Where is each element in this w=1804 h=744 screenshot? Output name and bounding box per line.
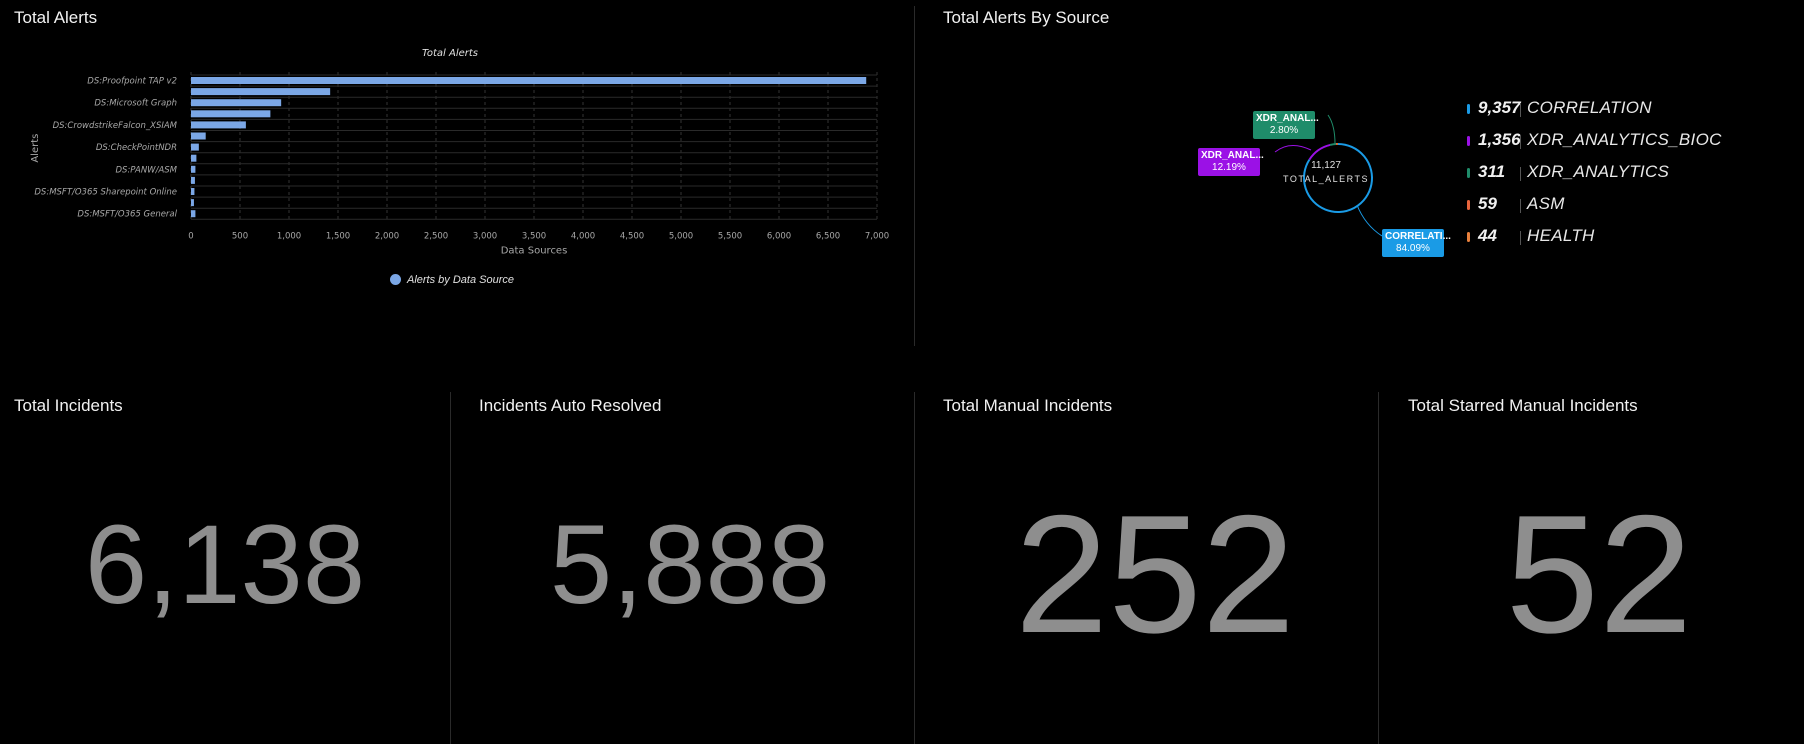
legend-marker bbox=[1467, 232, 1470, 242]
pie-tag-xdr-analytics-bioc[interactable]: XDR_ANAL... 12.19% bbox=[1198, 148, 1264, 176]
panel-divider bbox=[450, 392, 451, 744]
x-tick-label: 3,000 bbox=[473, 231, 497, 241]
x-tick-label: 0 bbox=[188, 231, 193, 241]
legend-separator bbox=[1520, 199, 1521, 213]
legend-separator bbox=[1520, 135, 1521, 149]
x-tick-label: 4,000 bbox=[571, 231, 595, 241]
bar bbox=[191, 210, 196, 218]
x-tick-label: 5,000 bbox=[669, 231, 693, 241]
y-category-label: DS:PANW/ASM bbox=[116, 165, 178, 175]
bar bbox=[191, 99, 282, 107]
y-category-label: DS:MSFT/O365 General bbox=[77, 210, 177, 220]
chart-title: Total Alerts bbox=[422, 48, 478, 59]
legend-value: 311 bbox=[1478, 162, 1506, 181]
x-axis-label: Data Sources bbox=[501, 245, 568, 256]
legend-label: XDR_ANALYTICS_BIOC bbox=[1527, 130, 1722, 149]
bar bbox=[191, 88, 331, 96]
pie-tag-xdr-analytics[interactable]: XDR_ANAL... 2.80% bbox=[1253, 111, 1319, 139]
panel-title: Incidents Auto Resolved bbox=[479, 396, 662, 415]
y-category-label: DS:CheckPointNDR bbox=[96, 143, 177, 153]
legend-value: 59 bbox=[1478, 194, 1497, 213]
legend-label: XDR_ANALYTICS bbox=[1527, 162, 1670, 181]
x-tick-label: 5,500 bbox=[718, 231, 742, 241]
y-category-label: DS:MSFT/O365 Sharepoint Online bbox=[34, 188, 177, 198]
x-tick-label: 7,000 bbox=[865, 231, 889, 241]
legend-value: 1,356 bbox=[1478, 130, 1521, 149]
manual-incidents-panel: Total Manual Incidents 252 bbox=[930, 388, 1380, 744]
legend-label: HEALTH bbox=[1527, 226, 1595, 245]
y-category-label: DS:Microsoft Graph bbox=[94, 99, 177, 109]
legend-separator bbox=[1520, 103, 1521, 117]
x-tick-label: 2,500 bbox=[424, 231, 448, 241]
pie-tag-correlation[interactable]: CORRELATI... 84.09% bbox=[1382, 229, 1451, 257]
legend-label: ASM bbox=[1527, 194, 1565, 213]
bar bbox=[191, 110, 271, 118]
bar bbox=[191, 154, 197, 162]
panel-divider bbox=[914, 6, 915, 346]
legend-marker bbox=[1467, 200, 1470, 210]
total-alerts-panel: Total Alerts Total Alerts 0 500 1,000 1,500 2… bbox=[0, 0, 910, 350]
bar bbox=[191, 121, 246, 129]
legend-label: CORRELATION bbox=[1527, 98, 1652, 117]
x-tick-label: 1,500 bbox=[326, 231, 350, 241]
panel-title: Total Manual Incidents bbox=[943, 396, 1113, 415]
total-alerts-bar-chart: Total Alerts 0 500 1,000 1,500 2,000 2,500 3,00… bbox=[30, 48, 889, 256]
legend-value: 44 bbox=[1478, 226, 1497, 245]
starred-manual-panel: Total Starred Manual Incidents 52 bbox=[1394, 388, 1804, 744]
donut-total-value: 11,127 bbox=[1311, 160, 1341, 171]
bar bbox=[191, 176, 195, 184]
panel-divider bbox=[914, 392, 915, 744]
y-category-label: DS:CrowdstrikeFalcon_XSIAM bbox=[53, 121, 178, 131]
bar bbox=[191, 199, 194, 207]
panel-title: Total Alerts By Source bbox=[943, 8, 1110, 27]
panel-title: Total Starred Manual Incidents bbox=[1408, 396, 1638, 415]
y-category-label: DS:Proofpoint TAP v2 bbox=[87, 77, 177, 87]
panel-title: Total Incidents bbox=[14, 396, 123, 415]
bar bbox=[191, 188, 195, 195]
bar bbox=[191, 77, 867, 84]
chart-legend: Alerts by Data Source bbox=[27, 274, 877, 286]
panel-divider bbox=[1378, 392, 1379, 744]
x-tick-label: 1,000 bbox=[277, 231, 301, 241]
total-incidents-panel: Total Incidents 6,138 bbox=[0, 388, 450, 744]
legend-separator bbox=[1520, 167, 1521, 181]
legend-marker bbox=[1467, 104, 1470, 114]
legend-marker bbox=[1467, 168, 1470, 178]
legend-marker bbox=[1467, 136, 1470, 146]
bar bbox=[191, 165, 196, 173]
donut-total-label: TOTAL_ALERTS bbox=[1282, 174, 1370, 184]
x-tick-label: 6,500 bbox=[816, 231, 840, 241]
total-incidents-value: 6,138 bbox=[84, 502, 366, 627]
starred-manual-value: 52 bbox=[1505, 480, 1693, 668]
x-tick-label: 3,500 bbox=[522, 231, 546, 241]
x-tick-label: 2,000 bbox=[375, 231, 399, 241]
bar bbox=[191, 132, 206, 140]
legend-marker bbox=[390, 274, 401, 285]
legend-separator bbox=[1520, 231, 1521, 245]
x-tick-label: 500 bbox=[232, 231, 248, 241]
auto-resolved-value: 5,888 bbox=[549, 502, 831, 627]
x-tick-label: 4,500 bbox=[620, 231, 644, 241]
donut-center: 11,127 TOTAL_ALERTS bbox=[1276, 160, 1376, 184]
legend-value: 9,357 bbox=[1478, 98, 1521, 117]
bar bbox=[191, 143, 199, 151]
x-tick-label: 6,000 bbox=[767, 231, 791, 241]
y-axis-label: Alerts bbox=[30, 134, 41, 163]
manual-incidents-value: 252 bbox=[1014, 480, 1296, 668]
auto-resolved-panel: Incidents Auto Resolved 5,888 bbox=[465, 388, 915, 744]
panel-title: Total Alerts bbox=[14, 8, 98, 27]
legend-label[interactable]: Alerts by Data Source bbox=[407, 274, 514, 286]
